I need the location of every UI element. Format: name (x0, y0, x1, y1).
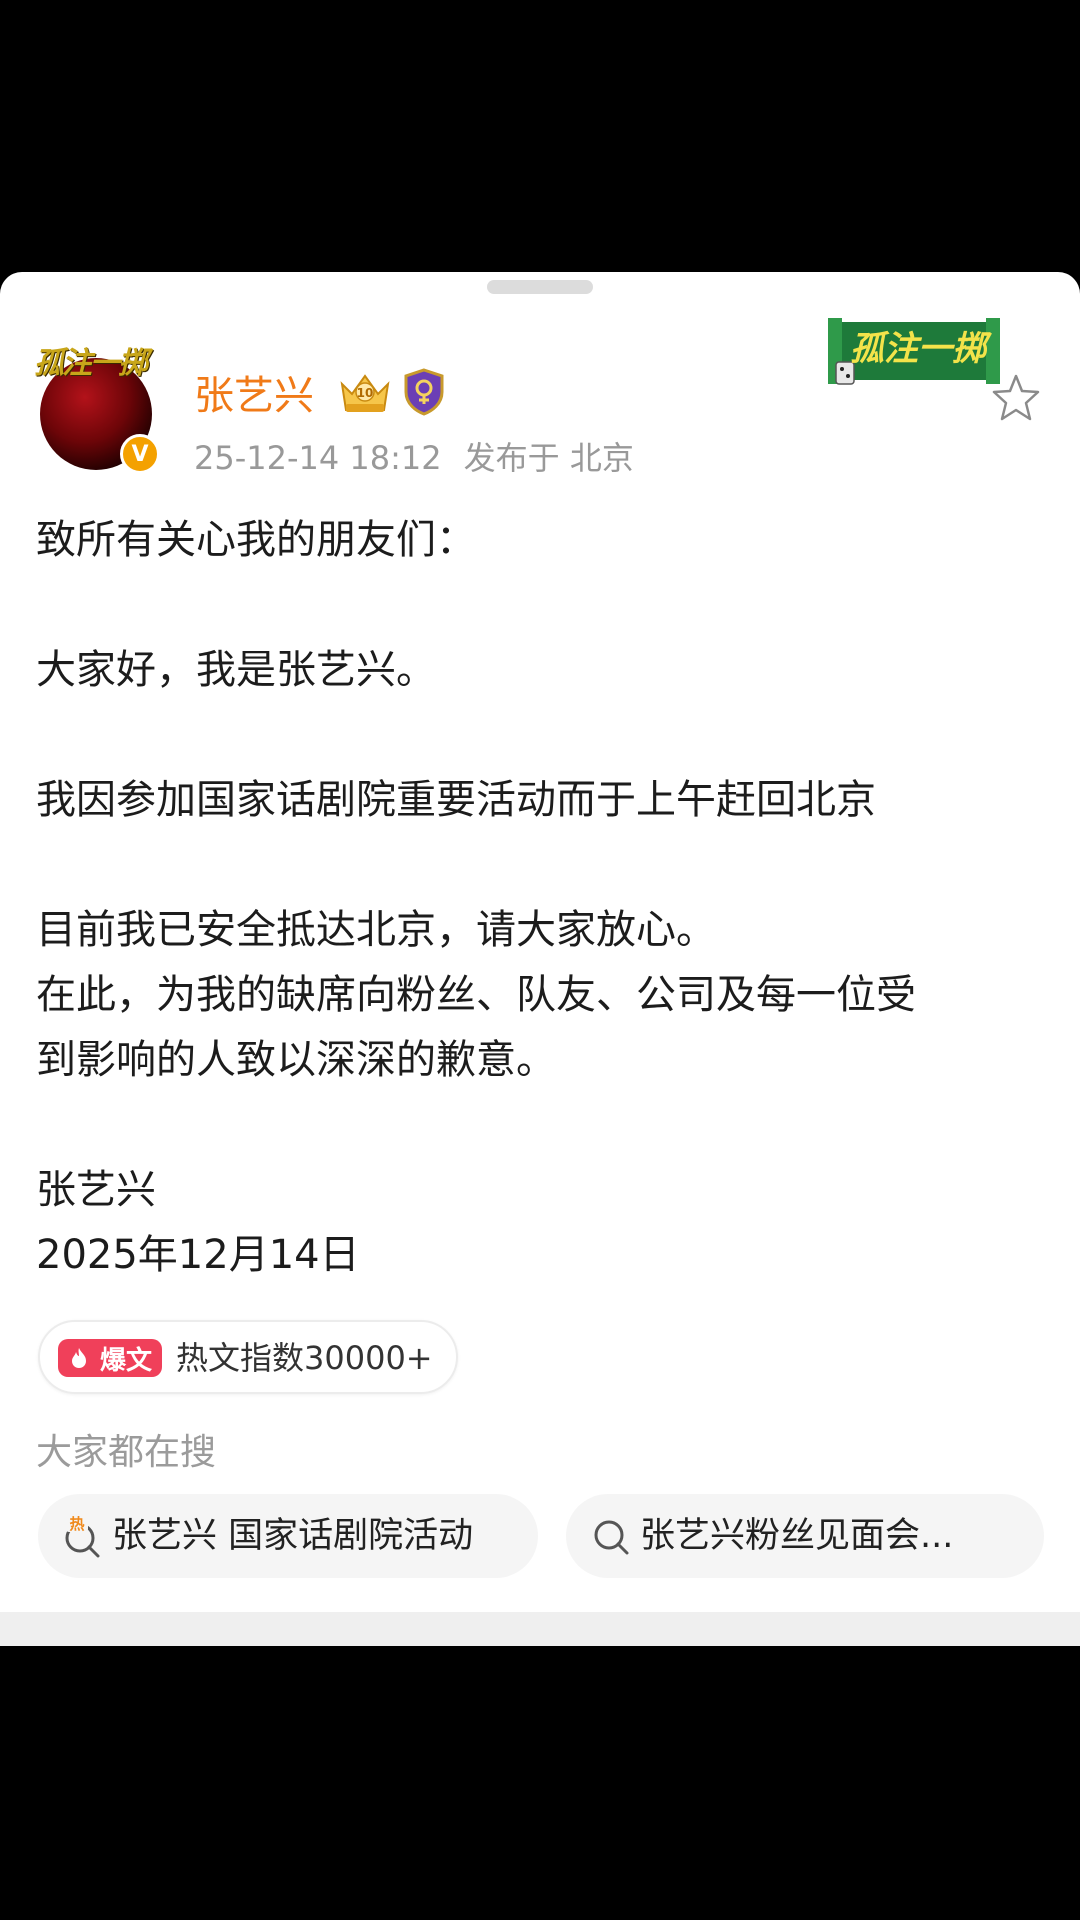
card-bottom-divider (0, 1612, 1080, 1646)
hot-search-icon: 热 (65, 1514, 100, 1558)
search-icon (594, 1520, 629, 1555)
sheet-grab-handle[interactable] (487, 280, 593, 294)
flame-icon (72, 1348, 86, 1368)
related-search-label: 张艺兴 国家话剧院活动 (112, 1516, 474, 1556)
hot-index-text: 热文指数30000+ (176, 1339, 433, 1377)
post-card: 孤注一掷 V 张艺兴 10 25-12-14 18:12 发布于 北京 孤注一掷 … (0, 272, 1080, 1612)
avatar[interactable]: 孤注一掷 V (34, 338, 164, 474)
post-paragraph: 我因参加国家话剧院重要活动而于上午赶回北京 (36, 777, 876, 823)
username[interactable]: 张艺兴 (194, 368, 314, 424)
post-meta: 25-12-14 18:12 发布于 北京 (194, 436, 634, 480)
post-greeting: 致所有关心我的朋友们： (36, 517, 476, 563)
top-black-area (0, 0, 1080, 272)
post-paragraph: 目前我已安全抵达北京，请大家放心。 (36, 907, 716, 953)
stamp-text: 孤注一掷 (850, 329, 992, 369)
stamp-logo-icon: 孤注一掷 (828, 318, 1000, 385)
verified-badge-icon: V (120, 434, 160, 474)
post-paragraph: 在此，为我的缺席向粉丝、队友、公司及每一位受 (36, 972, 916, 1018)
post-timestamp: 25-12-14 18:12 (194, 439, 442, 477)
shield-badge-icon[interactable] (402, 368, 446, 416)
bottom-black-area (0, 1646, 1080, 1920)
hot-mark: 热 (69, 1515, 84, 1533)
avatar-overlay-text: 孤注一掷 (34, 346, 148, 381)
svg-text:10: 10 (357, 386, 374, 400)
post-date: 2025年12月14日 (36, 1232, 360, 1278)
hot-tag: 爆文 (58, 1339, 162, 1377)
related-search-heading: 大家都在搜 (36, 1432, 217, 1473)
related-search-chip[interactable]: 张艺兴粉丝见面会... (566, 1494, 1044, 1578)
related-search-label: 张艺兴粉丝见面会... (640, 1516, 954, 1556)
related-search-chip[interactable]: 热 张艺兴 国家话剧院活动 (38, 1494, 538, 1578)
post-signature: 张艺兴 (36, 1167, 156, 1213)
post-paragraph: 到影响的人致以深深的歉意。 (36, 1037, 556, 1083)
post-body: 致所有关心我的朋友们： 大家好，我是张艺兴。 我因参加国家话剧院重要活动而于上午… (36, 508, 1046, 1288)
post-paragraph: 大家好，我是张艺兴。 (36, 647, 436, 693)
post-location: 发布于 北京 (463, 439, 634, 477)
hot-article-badge[interactable]: 爆文 热文指数30000+ (38, 1320, 458, 1394)
crown-level-badge-icon[interactable]: 10 (338, 370, 392, 416)
hot-tag-label: 爆文 (99, 1345, 152, 1376)
favorite-star-icon[interactable] (990, 372, 1042, 424)
